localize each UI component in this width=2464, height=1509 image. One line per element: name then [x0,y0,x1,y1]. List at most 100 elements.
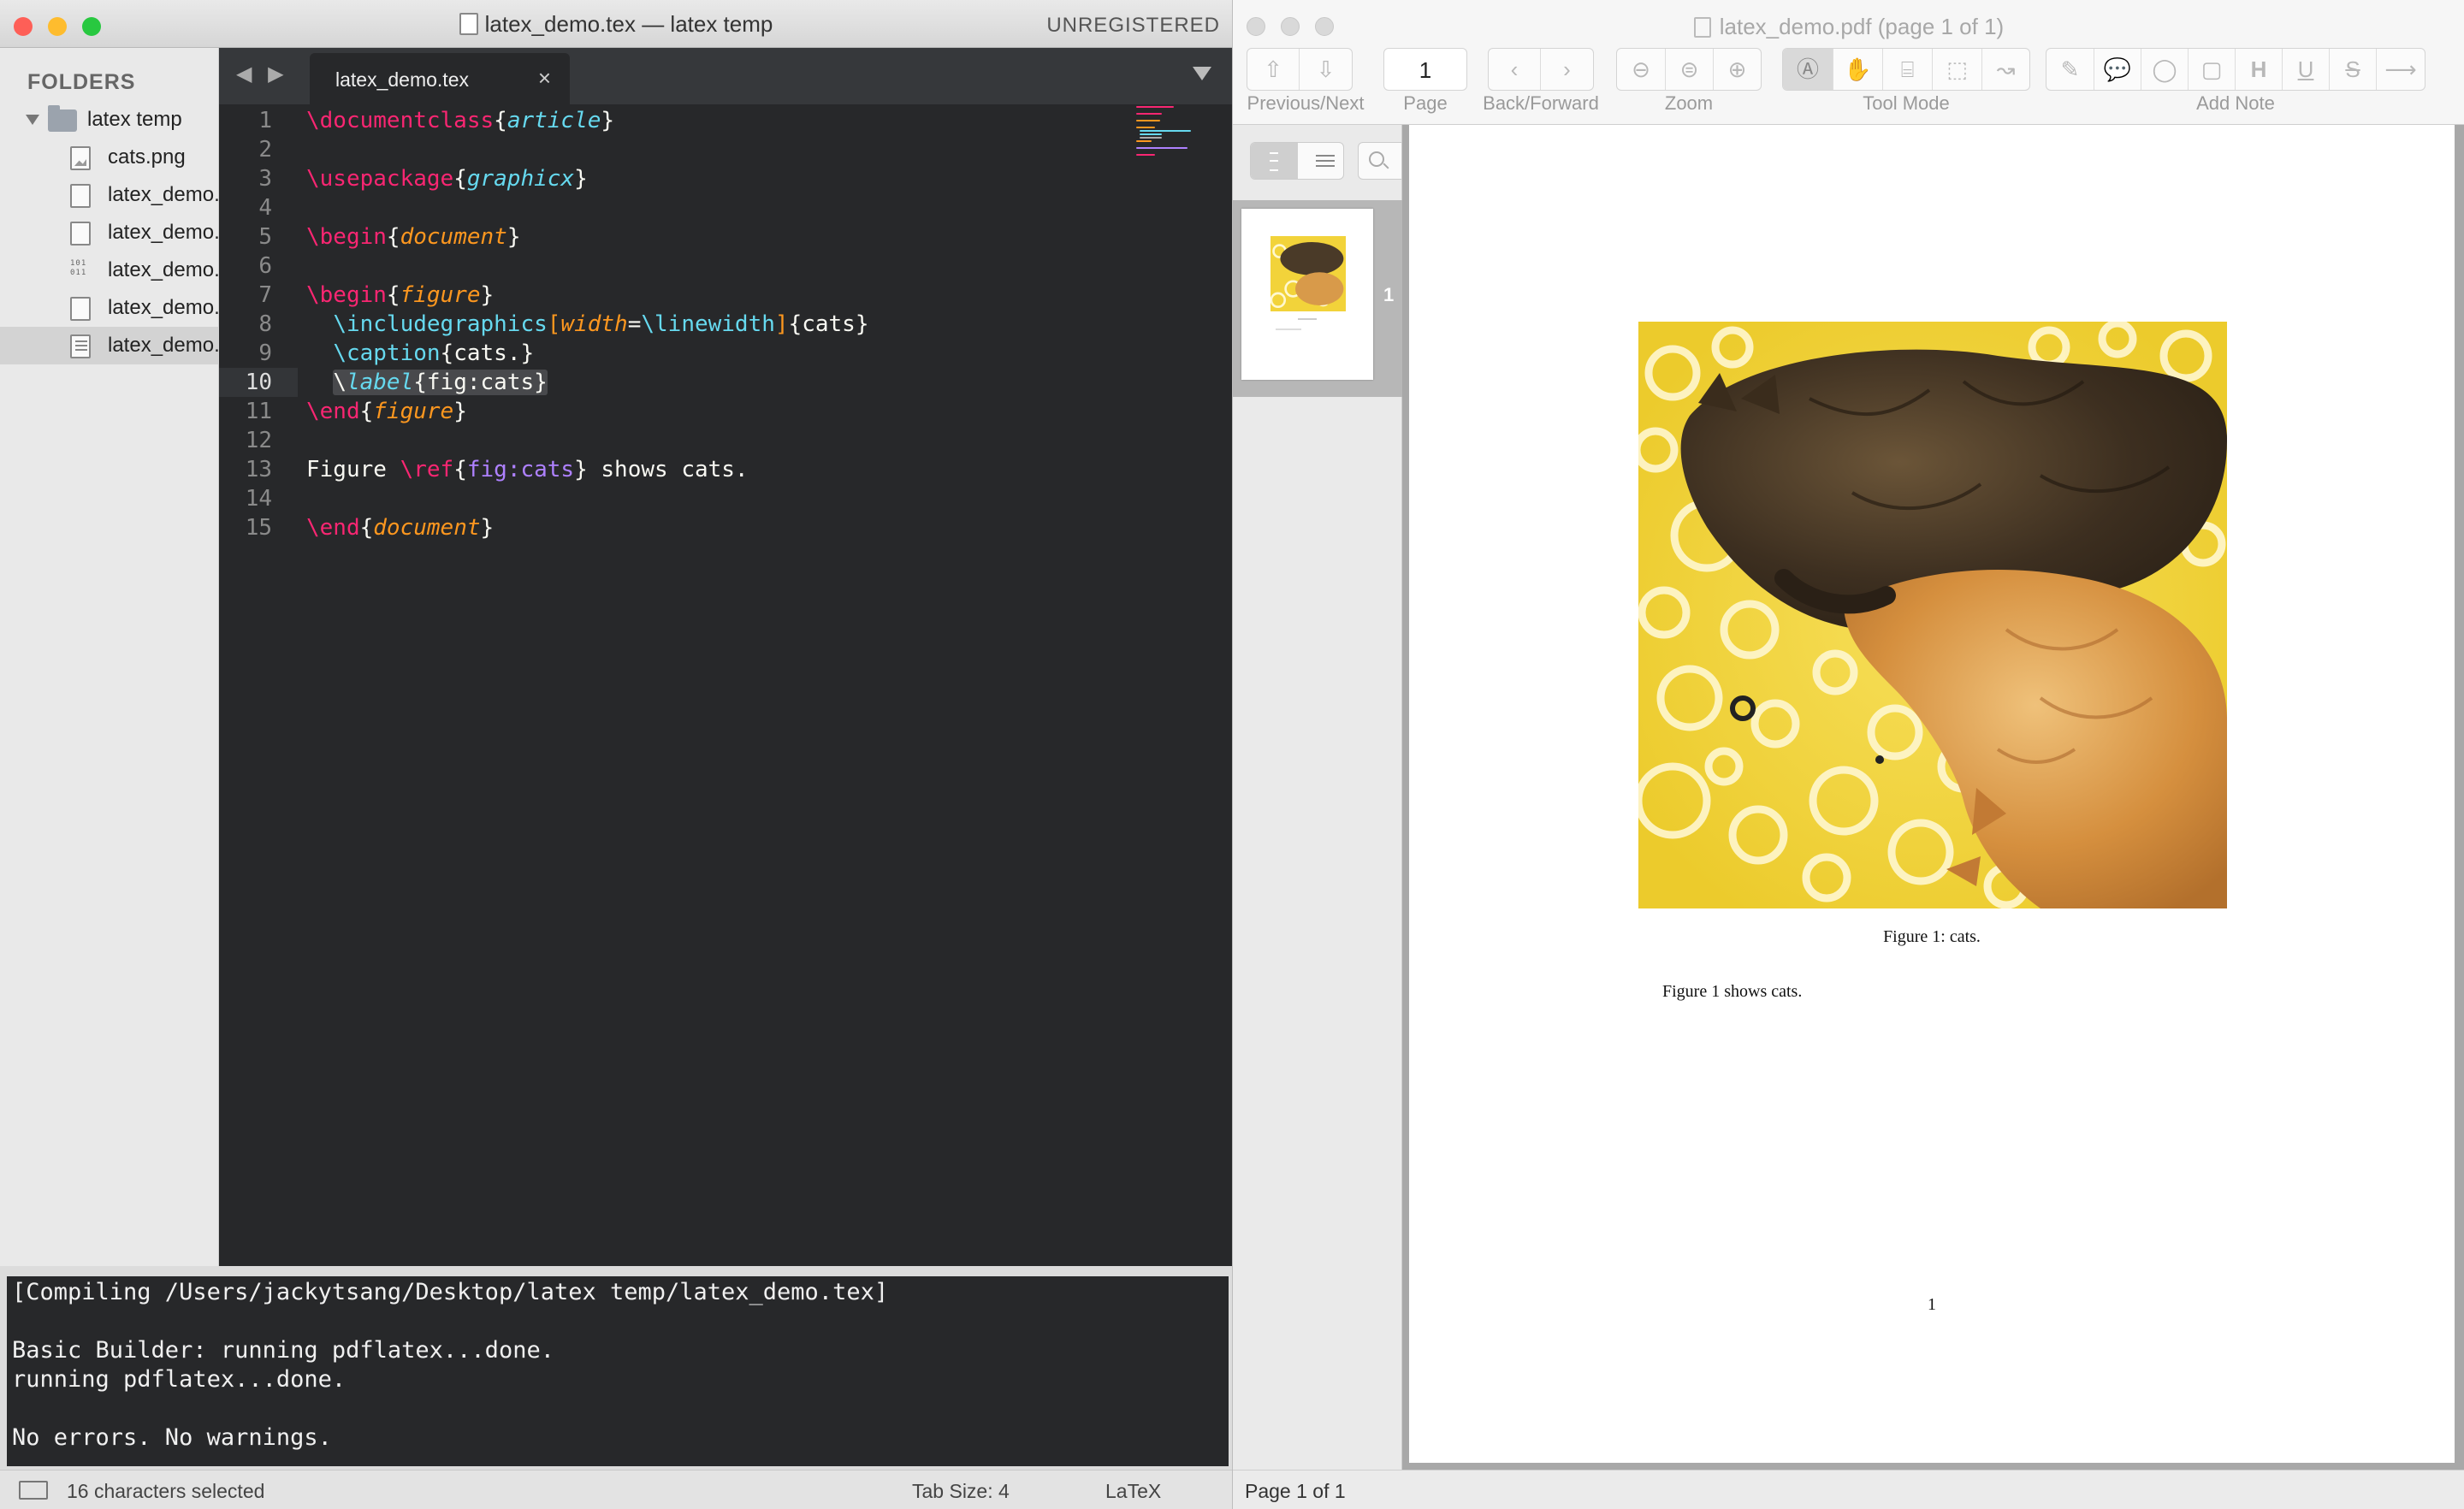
add-note-label: Add Note [2196,92,2275,114]
forward-icon[interactable]: › [1540,49,1593,90]
latex-argument: {fig:cats} [413,370,548,395]
sidebar-file-cats-png[interactable]: cats.png [0,139,219,176]
sidebar-file-latex-demo-4[interactable]: latex_demo. [0,289,219,327]
anchored-note-icon[interactable]: 💬 [2094,49,2141,90]
pdf-viewer-window: latex_demo.pdf (page 1 of 1) ⇧ ⇩ Previou… [1232,0,2464,1509]
page-status: Page 1 of 1 [1245,1480,1346,1502]
document-file-icon [70,222,91,246]
page-number-field[interactable]: 1 [1383,48,1467,91]
file-label: cats.png [108,145,186,169]
search-icon[interactable] [1358,142,1402,180]
viewer-title-bar[interactable]: latex_demo.pdf (page 1 of 1) ⇧ ⇩ Previou… [1233,0,2464,125]
disclosure-triangle-icon[interactable] [26,115,39,125]
zoom-in-icon[interactable]: ⊕ [1713,49,1761,90]
folder-latex-temp[interactable]: latex temp [0,101,219,139]
latex-command: \end [306,515,360,541]
line-number: 1 [258,108,272,133]
annotate-tool-icon[interactable]: ↝ [1981,49,2029,90]
file-label: latex_demo. [108,258,219,281]
tab-list-dropdown-icon[interactable] [1193,67,1211,80]
image-file-icon [70,146,91,170]
line-note-icon[interactable]: ⟶ [2376,49,2425,90]
latex-argument: document [373,515,481,541]
page-number-footer: 1 [1928,1295,1936,1314]
line-number: 2 [258,137,272,163]
code-line-15: \end{document} [306,515,494,541]
unregistered-label: UNREGISTERED [1046,14,1220,37]
console-toggle-icon[interactable] [19,1481,48,1500]
syntax-setting[interactable]: LaTeX [1105,1480,1161,1503]
tab-nav-arrows[interactable]: ◀ ▶ [236,62,289,86]
bracket: [ [547,311,561,337]
minimap[interactable] [1136,106,1213,166]
sidebar-file-latex-demo-tex[interactable]: latex_demo. [0,327,219,364]
selection-status: 16 characters selected [67,1480,265,1502]
thumbnails-view-button[interactable] [1251,143,1298,179]
sidebar-file-latex-demo-3[interactable]: 101 011 latex_demo. [0,252,219,289]
latex-command: \caption [333,340,441,366]
highlight-note-icon[interactable]: H [2235,49,2282,90]
body-text: Figure 1 shows cats. [1662,982,1803,1001]
line-number: 15 [245,515,272,541]
text-note-icon[interactable]: ✎ [2046,49,2094,90]
latex-argument: figure [400,282,481,308]
tab-size-setting[interactable]: Tab Size: 4 [912,1480,1010,1503]
back-icon[interactable]: ‹ [1489,49,1540,90]
folders-header: FOLDERS [27,70,136,94]
next-page-icon[interactable]: ⇩ [1299,49,1352,90]
build-output[interactable]: [Compiling /Users/jackytsang/Desktop/lat… [7,1276,1229,1466]
sidebar-file-latex-demo-2[interactable]: latex_demo. [0,214,219,252]
underline-note-icon[interactable]: U [2282,49,2329,90]
editor-title-bar[interactable]: latex_demo.tex — latex temp UNREGISTERED [0,0,1232,48]
editor-title-text: latex_demo.tex — latex temp [484,11,773,37]
backslash: \ [333,370,346,395]
latex-command: \begin [306,282,387,308]
brace: { [386,282,400,308]
code-line-10: \label{fig:cats} [306,370,548,395]
document-view[interactable]: Figure 1: cats. Figure 1 shows cats. 1 [1402,125,2464,1470]
code-line-1: \documentclass{article} [306,108,614,133]
line-number: 12 [245,428,272,453]
viewer-title-text: latex_demo.pdf (page 1 of 1) [1719,14,2005,39]
magnify-tool-icon[interactable]: ⌸ [1882,49,1932,90]
select-tool-icon[interactable]: ⬚ [1932,49,1981,90]
viewer-status-bar: Page 1 of 1 [1233,1470,2464,1509]
previous-page-icon[interactable]: ⇧ [1247,49,1299,90]
outline-view-icon[interactable] [1316,155,1335,169]
latex-argument: {cats} [788,311,869,337]
code-line-5: \begin{document} [306,224,520,250]
thumbnail-caption-line [1298,318,1317,320]
tab-close-icon[interactable]: × [538,65,551,92]
zoom-actual-size-icon[interactable]: ⊜ [1665,49,1713,90]
brace: { [386,224,400,250]
latex-command: \end [306,399,360,424]
text-tool-icon[interactable]: Ⓐ [1783,49,1833,90]
brace: } [574,166,588,192]
sidebar-file-latex-demo-1[interactable]: latex_demo. [0,176,219,214]
box-note-icon[interactable]: ▢ [2188,49,2235,90]
strikeout-note-icon[interactable]: S [2329,49,2376,90]
thumbnail-image [1241,209,1373,380]
back-forward-group: ‹ › [1488,48,1594,91]
code-editor[interactable]: 1 2 3 4 5 6 7 8 9 10 11 12 13 14 15 \documentclass{art… [219,104,1232,1266]
output-line: running pdflatex...done. [12,1366,346,1393]
line-number: 10 [245,370,272,395]
tool-mode-group: Ⓐ ✋ ⌸ ⬚ ↝ [1782,48,2030,91]
folders-sidebar: FOLDERS latex temp cats.png latex_demo. … [0,48,219,1266]
zoom-out-icon[interactable]: ⊖ [1617,49,1665,90]
line-number: 5 [258,224,272,250]
line-number: 11 [245,399,272,424]
line-number: 14 [245,486,272,512]
tex-file-icon [459,13,478,35]
scroll-tool-icon[interactable]: ✋ [1833,49,1882,90]
tab-label: latex_demo.tex [335,68,469,91]
line-number: 4 [258,195,272,221]
brace: } [480,282,495,308]
code-line-3: \usepackage{graphicx} [306,166,588,192]
circle-note-icon[interactable]: ◯ [2141,49,2188,90]
document-file-icon [70,297,91,321]
tab-latex-demo-tex[interactable]: latex_demo.tex × [310,53,570,104]
thumbnail-page-1[interactable]: 1 [1233,200,1402,397]
